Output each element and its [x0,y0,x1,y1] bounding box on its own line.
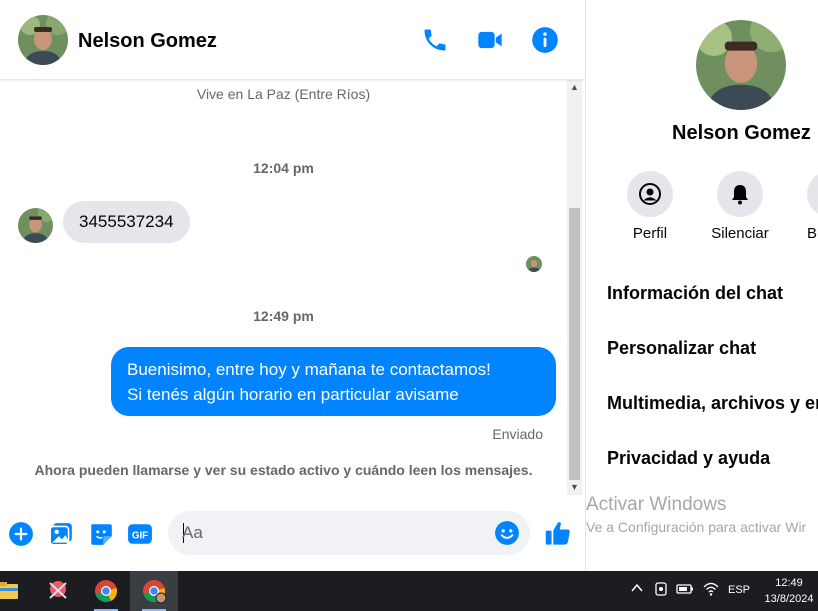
mute-label: Silenciar [711,225,769,242]
image-icon[interactable] [48,521,74,547]
system-clock[interactable]: 12:49 13/8/2024 [760,575,818,607]
scroll-down-arrow-icon[interactable]: ▼ [567,480,582,495]
timestamp: 12:49 pm [253,308,314,324]
menu-media-files[interactable]: Multimedia, archivos y en [607,393,818,414]
timestamp: 12:04 pm [253,160,314,176]
seen-receipt-avatar [526,256,542,272]
composer: GIF [0,495,585,571]
gif-icon[interactable]: GIF [127,521,153,547]
outgoing-message-line: Si tenés algún horario en particular avi… [127,385,459,404]
screen: Nelson Gomez Vive en La Paz (Entre Ríos)… [0,0,818,611]
scroll-thumb[interactable] [569,208,580,480]
message-status: Enviado [492,426,543,442]
meet-now-icon[interactable] [651,581,671,601]
message-input[interactable] [182,511,482,555]
thumbs-up-icon[interactable] [544,519,572,547]
battery-icon[interactable] [675,581,695,601]
search-button[interactable]: Bu [795,171,818,242]
phone-icon[interactable] [421,26,449,54]
mute-button[interactable]: Silenciar [705,171,775,242]
scroll-up-arrow-icon[interactable]: ▲ [567,80,582,95]
profile-icon [639,183,661,205]
contact-avatar[interactable] [18,15,68,65]
menu-customize-chat[interactable]: Personalizar chat [607,338,756,359]
chat-header: Nelson Gomez [0,0,585,80]
snipping-tool-icon[interactable] [34,571,82,611]
menu-privacy-help[interactable]: Privacidad y ayuda [607,448,770,469]
video-camera-icon[interactable] [476,26,504,54]
file-explorer-icon[interactable] [0,571,34,611]
outgoing-message[interactable]: Buenisimo, entre hoy y mañana te contact… [111,347,556,416]
chat-panel: Nelson Gomez Vive en La Paz (Entre Ríos)… [0,0,585,571]
info-notice: Ahora pueden llamarse y ver su estado ac… [34,462,533,478]
message-list[interactable]: Vive en La Paz (Entre Ríos) 12:04 pm 345… [0,80,567,495]
profile-button[interactable]: Perfil [615,171,685,242]
message-scrollbar[interactable]: ▲ ▼ [567,80,582,495]
profile-label: Perfil [632,225,668,242]
wifi-icon[interactable] [701,581,721,601]
emoji-icon[interactable] [494,520,520,546]
taskbar: ESP 12:49 13/8/2024 [0,571,818,611]
contact-location: Vive en La Paz (Entre Ríos) [196,86,371,102]
chrome-icon[interactable] [82,571,130,611]
activation-watermark-title: Activar Windows [586,494,727,515]
outgoing-message-line: Buenisimo, entre hoy y mañana te contact… [127,360,491,379]
profile-name: Nelson Gomez [672,122,811,144]
profile-picture[interactable] [696,20,786,110]
search-label: Bu [807,225,818,242]
incoming-avatar[interactable] [18,208,53,243]
language-indicator[interactable]: ESP [728,584,750,596]
sticker-icon[interactable] [88,521,114,547]
chevron-up-icon[interactable] [627,581,647,601]
incoming-message[interactable]: 3455537234 [63,201,190,243]
bell-icon [732,185,748,205]
clock-time: 12:49 [775,577,803,589]
conversation-details-panel: Nelson Gomez Perfil Silenciar Bu Informa… [585,0,818,571]
chrome-profile-icon[interactable] [130,571,178,611]
contact-name[interactable]: Nelson Gomez [78,30,217,53]
clock-date: 13/8/2024 [764,593,814,605]
message-input-box[interactable] [168,511,530,555]
menu-chat-info[interactable]: Información del chat [607,283,783,304]
info-icon[interactable] [531,26,559,54]
activation-watermark-subtitle: Ve a Configuración para activar Wir [586,519,807,535]
gif-label: GIF [132,530,148,541]
plus-circle-icon[interactable] [8,521,34,547]
